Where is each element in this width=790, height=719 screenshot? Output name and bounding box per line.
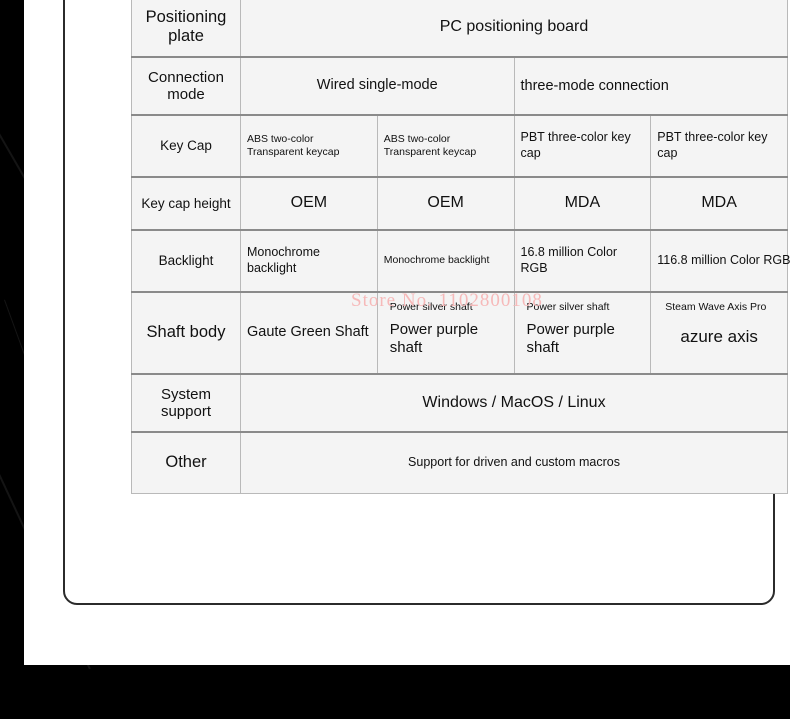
row-label-positioning-plate: Positioning plate [131,0,241,57]
row-label-connection-mode: Connection mode [131,55,241,115]
cell-shaft-body-2: Power silver shaft Power purple shaft [376,290,515,374]
cell-key-cap-4: PBT three-color key cap [650,113,788,177]
specification-table: Satellite axis VGNV1 satellite axis (sam… [131,0,790,494]
row-label-backlight: Backlight [131,228,241,292]
cell-key-cap-3: PBT three-color key cap [513,113,652,177]
row-value-connection-mode-three: three-mode connection [513,55,788,115]
table-row: Key Cap ABS two-color Transparent keycap… [131,113,788,177]
row-value-other: Support for driven and custom macros [240,430,788,494]
table-row: System support Windows / MacOS / Linux [131,372,788,432]
row-value-connection-mode-wired: Wired single-mode [240,55,515,115]
table-row: Key cap height OEM OEM MDA MDA [131,175,788,230]
overlapping-text-stack: Power silver shaft Power purple shaft [526,300,615,356]
overlapping-text-stack: Steam Wave Axis Pro azure axis [665,300,767,346]
table-row: Backlight Monochrome backlight Monochrom… [131,228,790,292]
cell-backlight-2: Monochrome backlight [376,228,515,292]
document-sheet: Satellite axis VGNV1 satellite axis (sam… [24,0,790,665]
cell-shaft-body-4: Steam Wave Axis Pro azure axis [650,290,788,374]
row-label-other: Other [131,430,241,494]
row-label-key-cap: Key Cap [131,113,241,177]
row-label-system-support: System support [131,372,241,432]
cell-shaft-body-1: Gaute Green Shaft [240,290,378,374]
row-value-system-support: Windows / MacOS / Linux [240,372,788,432]
cell-key-cap-height-4: MDA [650,175,788,230]
cell-key-cap-height-1: OEM [240,175,378,230]
row-value-positioning-plate: PC positioning board [240,0,788,57]
table-row: Shaft body Gaute Green Shaft Power silve… [131,290,788,374]
table-row: Positioning plate PC positioning board [131,0,788,57]
table-row: Connection mode Wired single-mode three-… [131,55,788,115]
cell-shaft-body-3: Power silver shaft Power purple shaft [513,290,652,374]
table-row: Other Support for driven and custom macr… [131,430,788,494]
overlapping-text-stack: Power silver shaft Power purple shaft [389,300,479,356]
row-label-shaft-body: Shaft body [131,290,241,374]
cell-key-cap-1: ABS two-color Transparent keycap [240,113,378,177]
cell-key-cap-height-3: MDA [513,175,652,230]
cell-key-cap-2: ABS two-color Transparent keycap [376,113,515,177]
cell-backlight-1: Monochrome backlight [240,228,378,292]
row-label-key-cap-height: Key cap height [131,175,241,230]
cell-key-cap-height-2: OEM [376,175,515,230]
cell-backlight-3: 16.8 million Color RGB [513,228,652,292]
cell-backlight-4: 116.8 million Color RGB [650,228,790,292]
spec-card: Satellite axis VGNV1 satellite axis (sam… [63,0,790,605]
